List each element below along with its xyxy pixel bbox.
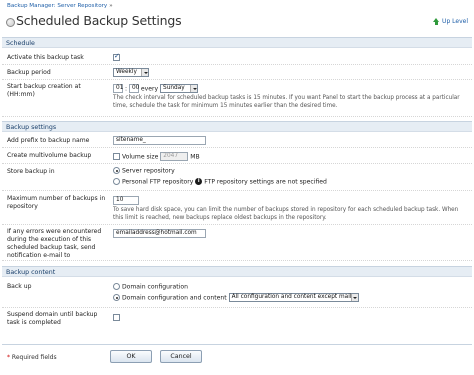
row-backup-up: Back up Domain configuration Domain conf… xyxy=(2,280,472,308)
time-colon: : xyxy=(124,85,127,93)
up-arrow-icon xyxy=(433,18,440,25)
hour-input[interactable]: 01 xyxy=(113,84,123,93)
required-fields-note: * Required fields xyxy=(7,354,57,361)
backup-icon xyxy=(6,18,15,27)
breadcrumb-link-backup-manager[interactable]: Backup Manager: Server Repository xyxy=(7,3,107,9)
every-label: every xyxy=(140,85,159,93)
day-value: Sunday xyxy=(163,85,185,91)
up-level-link[interactable]: Up Level xyxy=(433,18,468,25)
required-star: * xyxy=(7,354,10,361)
row-max-backups: Maximum number of backups in repository … xyxy=(2,192,472,225)
schedule-hint: The check interval for scheduled backup … xyxy=(113,95,460,109)
breadcrumb-separator: » xyxy=(109,3,113,9)
ftp-note: FTP repository settings are not specifie… xyxy=(204,178,327,186)
content-select[interactable]: All configuration and content except mai… xyxy=(228,293,359,302)
chevron-down-icon xyxy=(141,69,148,76)
start-time-label: Start backup creation at (HH:mm) xyxy=(7,83,81,98)
email-input[interactable]: emailaddress@hotmail.com xyxy=(113,229,206,238)
store-label: Store backup in xyxy=(7,168,55,175)
store-server-label: Server repository xyxy=(121,167,175,175)
row-store: Store backup in Server repository Person… xyxy=(2,165,472,191)
section-schedule-title: Schedule xyxy=(6,39,35,47)
row-period: Backup period Weekly xyxy=(2,66,472,80)
form-footer: * Required fields OK Cancel xyxy=(2,344,472,374)
section-backup-content-title: Backup content xyxy=(6,268,56,276)
volume-unit: MB xyxy=(190,153,200,161)
suspend-label: Suspend domain until backup task is comp… xyxy=(7,311,98,326)
info-icon: i xyxy=(195,178,203,185)
page-title: Scheduled Backup Settings xyxy=(16,13,182,28)
domain-config-content-label: Domain configuration and content xyxy=(121,294,227,302)
period-label: Backup period xyxy=(7,69,51,76)
prefix-input[interactable]: sitename_ xyxy=(113,136,206,145)
period-value: Weekly xyxy=(116,69,137,75)
activate-label: Activate this backup task xyxy=(7,54,84,61)
ok-button[interactable]: OK xyxy=(110,350,152,363)
suspend-checkbox[interactable] xyxy=(113,314,120,321)
row-activate: Activate this backup task xyxy=(2,52,472,65)
breadcrumb: Backup Manager: Server Repository» xyxy=(7,3,113,9)
backup-up-label: Back up xyxy=(7,283,32,290)
activate-checkbox[interactable] xyxy=(113,52,120,61)
domain-config-content-radio[interactable] xyxy=(113,294,120,301)
max-backups-hint: To save hard disk space, you can limit t… xyxy=(113,207,459,221)
page-header: Scheduled Backup Settings Up Level xyxy=(4,12,470,32)
row-prefix: Add prefix to backup name sitename_ xyxy=(2,134,472,148)
row-multivolume: Create multivolume backup Volume size 20… xyxy=(2,149,472,164)
cancel-button[interactable]: Cancel xyxy=(160,350,202,363)
section-backup-content: Backup content xyxy=(2,266,472,277)
chevron-down-icon xyxy=(190,85,198,92)
content-select-value: All configuration and content except mai… xyxy=(231,294,352,300)
period-select[interactable]: Weekly xyxy=(113,68,149,77)
minute-input[interactable]: 00 xyxy=(128,84,139,93)
row-suspend: Suspend domain until backup task is comp… xyxy=(2,309,472,333)
volume-size-label: Volume size xyxy=(121,153,159,161)
max-backups-input[interactable]: 10 xyxy=(113,196,139,205)
store-server-radio[interactable] xyxy=(113,167,120,174)
multivolume-checkbox[interactable] xyxy=(113,153,120,160)
up-level-label: Up Level xyxy=(442,18,468,25)
prefix-label: Add prefix to backup name xyxy=(7,137,90,144)
day-select[interactable]: Sunday xyxy=(160,84,199,93)
section-backup-settings: Backup settings xyxy=(2,121,472,132)
required-fields-text: Required fields xyxy=(11,354,57,361)
domain-config-label: Domain configuration xyxy=(121,283,188,291)
store-ftp-radio[interactable] xyxy=(113,178,120,185)
max-backups-label: Maximum number of backups in repository xyxy=(7,195,106,210)
row-start-time: Start backup creation at (HH:mm) 01 : 00… xyxy=(2,81,472,117)
store-ftp-label: Personal FTP repository xyxy=(121,178,194,186)
section-schedule: Schedule xyxy=(2,37,472,48)
multivolume-label: Create multivolume backup xyxy=(7,152,92,159)
chevron-down-icon xyxy=(350,294,358,301)
row-email: If any errors were encountered during th… xyxy=(2,226,472,261)
volume-size-input[interactable]: 2047 xyxy=(160,152,189,161)
domain-config-radio[interactable] xyxy=(113,283,120,290)
section-backup-settings-title: Backup settings xyxy=(6,123,57,131)
email-label: If any errors were encountered during th… xyxy=(7,228,102,259)
